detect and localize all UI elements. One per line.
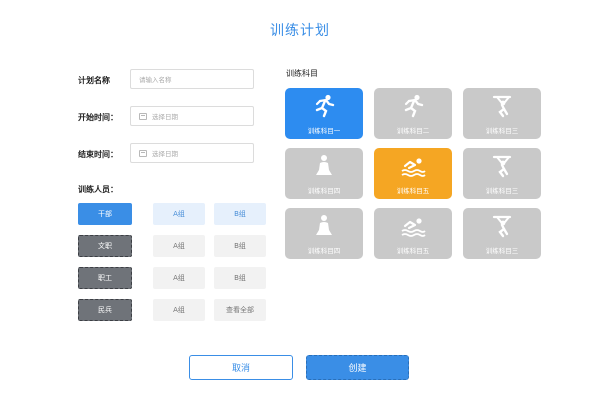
swimming-icon bbox=[400, 208, 426, 242]
role-button-staff[interactable]: 职工 bbox=[78, 267, 132, 289]
subject-card-label: 训练科目一 bbox=[307, 127, 341, 135]
subjects-grid: 训练科目一 训练科目二 训练科目三 训练科目四 训练科目五 训练科目三 训练科目四 训练科目五… bbox=[285, 88, 542, 260]
person-sitting-icon bbox=[311, 208, 337, 242]
calendar-icon bbox=[139, 149, 147, 157]
weightlifting-icon bbox=[489, 88, 515, 122]
subject-card-label: 训练科目三 bbox=[485, 127, 519, 135]
plan-name-input[interactable]: 请输入名称 bbox=[130, 69, 254, 89]
personnel-label: 训练人员： bbox=[78, 185, 118, 194]
running-icon bbox=[311, 88, 337, 122]
group-a-button[interactable]: A组 bbox=[153, 235, 205, 257]
role-button-civilian[interactable]: 文职 bbox=[78, 235, 132, 257]
subject-card-label: 训练科目五 bbox=[396, 187, 430, 195]
role-button-cadre[interactable]: 干部 bbox=[78, 203, 132, 225]
subject-card-label: 训练科目四 bbox=[307, 247, 341, 255]
subject-card[interactable]: 训练科目三 bbox=[463, 88, 541, 139]
swimming-icon bbox=[400, 148, 426, 182]
plan-name-label: 计划名称 bbox=[78, 76, 110, 85]
create-button[interactable]: 创建 bbox=[306, 355, 409, 380]
subject-card[interactable]: 训练科目五 bbox=[374, 148, 452, 199]
person-sitting-icon bbox=[311, 148, 337, 182]
subject-card-label: 训练科目三 bbox=[485, 187, 519, 195]
start-time-label: 开始时间： bbox=[78, 113, 118, 122]
subjects-label: 训练科目 bbox=[286, 69, 318, 78]
subject-card[interactable]: 训练科目四 bbox=[285, 208, 363, 259]
group-a-button[interactable]: A组 bbox=[153, 299, 205, 321]
role-button-militia[interactable]: 民兵 bbox=[78, 299, 132, 321]
start-date-placeholder: 选择日期 bbox=[152, 113, 178, 121]
subject-card[interactable]: 训练科目三 bbox=[463, 208, 541, 259]
subject-card-label: 训练科目二 bbox=[396, 127, 430, 135]
group-b-button[interactable]: B组 bbox=[214, 235, 266, 257]
end-date-placeholder: 选择日期 bbox=[152, 150, 178, 158]
end-time-label: 结束时间： bbox=[78, 150, 118, 159]
weightlifting-icon bbox=[489, 148, 515, 182]
subject-card[interactable]: 训练科目三 bbox=[463, 148, 541, 199]
weightlifting-icon bbox=[489, 208, 515, 242]
plan-name-placeholder: 请输入名称 bbox=[139, 76, 172, 84]
calendar-icon bbox=[139, 112, 147, 120]
subject-card[interactable]: 训练科目一 bbox=[285, 88, 363, 139]
group-a-button[interactable]: A组 bbox=[153, 267, 205, 289]
view-all-button[interactable]: 查看全部 bbox=[214, 299, 266, 321]
running-icon bbox=[400, 88, 426, 122]
group-b-button[interactable]: B组 bbox=[214, 267, 266, 289]
subject-card-label: 训练科目四 bbox=[307, 187, 341, 195]
cancel-button[interactable]: 取消 bbox=[189, 355, 293, 380]
group-b-button[interactable]: B组 bbox=[214, 203, 266, 225]
subject-card-label: 训练科目五 bbox=[396, 247, 430, 255]
start-date-picker[interactable]: 选择日期 bbox=[130, 106, 254, 126]
subject-card[interactable]: 训练科目四 bbox=[285, 148, 363, 199]
group-a-button[interactable]: A组 bbox=[153, 203, 205, 225]
subject-card[interactable]: 训练科目二 bbox=[374, 88, 452, 139]
page-title: 训练计划 bbox=[270, 23, 330, 39]
subject-card[interactable]: 训练科目五 bbox=[374, 208, 452, 259]
end-date-picker[interactable]: 选择日期 bbox=[130, 143, 254, 163]
subject-card-label: 训练科目三 bbox=[485, 247, 519, 255]
